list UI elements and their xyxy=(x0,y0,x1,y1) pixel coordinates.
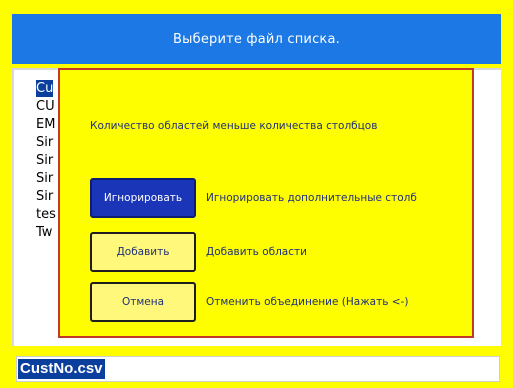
screen-title: Выберите файл списка. xyxy=(173,31,340,47)
cancel-button-label: Отмена xyxy=(121,296,165,308)
add-button[interactable]: Добавить xyxy=(90,232,196,272)
dialog-message: Количество областей меньше количества ст… xyxy=(90,120,378,132)
merge-warning-dialog: Количество областей меньше количества ст… xyxy=(58,68,474,338)
filename-field[interactable]: CustNo.csv xyxy=(16,356,500,382)
list-item[interactable]: Sir xyxy=(36,152,53,169)
ignore-description: Игнорировать дополнительные столб xyxy=(206,192,417,204)
filename-value: CustNo.csv xyxy=(18,359,105,379)
file-select-screen: Выберите файл списка. Cu CU EM Sir Sir S… xyxy=(0,0,513,388)
list-item[interactable]: Sir xyxy=(36,134,53,151)
add-button-label: Добавить xyxy=(116,246,170,258)
list-item[interactable]: Sir xyxy=(36,188,53,205)
list-item[interactable]: tes xyxy=(36,206,56,223)
cancel-button[interactable]: Отмена xyxy=(90,282,196,322)
cancel-description: Отменить объединение (Нажать <-) xyxy=(206,296,409,308)
list-item[interactable]: EM xyxy=(36,116,55,133)
list-item[interactable]: Tw xyxy=(36,224,52,241)
screen-title-bar: Выберите файл списка. xyxy=(12,14,501,64)
add-description: Добавить области xyxy=(206,246,307,258)
list-item[interactable]: Sir xyxy=(36,170,53,187)
ignore-button[interactable]: Игнорировать xyxy=(90,178,196,218)
list-item[interactable]: Cu xyxy=(36,80,54,97)
list-item[interactable]: CU xyxy=(36,98,55,115)
ignore-button-label: Игнорировать xyxy=(103,192,183,204)
